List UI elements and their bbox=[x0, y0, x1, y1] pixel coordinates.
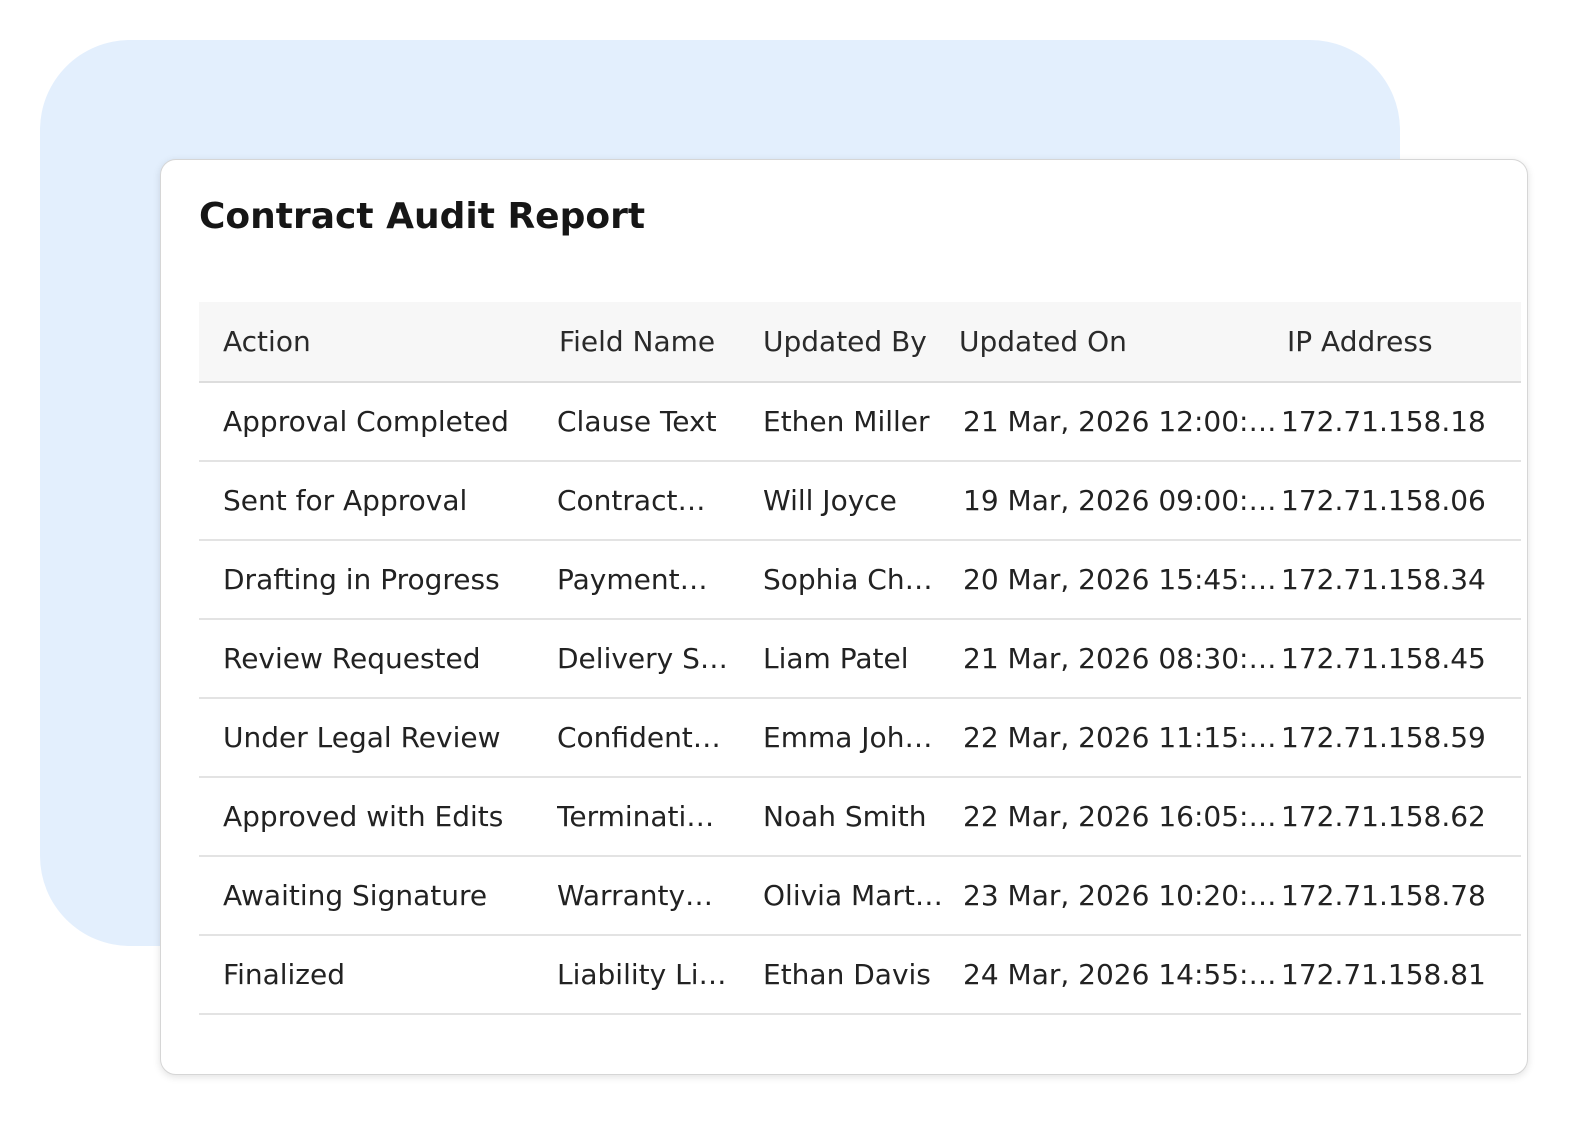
cell-field-name: Confident… bbox=[557, 698, 763, 778]
cell-updated-by: Liam Patel bbox=[763, 619, 959, 699]
cell-action: Review Requested bbox=[199, 619, 557, 699]
cell-updated-by: Emma John… bbox=[763, 698, 959, 778]
cell-updated-on: 22 Mar, 2026 16:05:25 bbox=[959, 777, 1281, 857]
cell-action: Finalized bbox=[199, 935, 557, 1015]
cell-updated-on: 23 Mar, 2026 10:20:00 bbox=[959, 856, 1281, 936]
cell-updated-by: Ethen Miller bbox=[763, 382, 959, 462]
cell-updated-on: 20 Mar, 2026 15:45:10 bbox=[959, 540, 1281, 620]
cell-updated-by: Olivia Marti… bbox=[763, 856, 959, 936]
table-row[interactable]: Review Requested Delivery S… Liam Patel … bbox=[199, 619, 1521, 699]
column-header-updated-by[interactable]: Updated By bbox=[763, 302, 959, 383]
table-row[interactable]: Drafting in Progress Payment… Sophia Cha… bbox=[199, 540, 1521, 620]
table-row[interactable]: Under Legal Review Confident… Emma John…… bbox=[199, 698, 1521, 778]
audit-report-card: Contract Audit Report Action Field Name … bbox=[160, 159, 1528, 1075]
cell-updated-by: Ethan Davis bbox=[763, 935, 959, 1015]
cell-field-name: Warranty… bbox=[557, 856, 763, 936]
column-header-action[interactable]: Action bbox=[199, 302, 557, 383]
cell-ip-address: 172.71.158.18 bbox=[1281, 382, 1521, 462]
cell-action: Awaiting Signature bbox=[199, 856, 557, 936]
page-title: Contract Audit Report bbox=[199, 196, 646, 237]
table-row[interactable]: Approval Completed Clause Text Ethen Mil… bbox=[199, 382, 1521, 462]
column-header-ip-address[interactable]: IP Address bbox=[1281, 302, 1521, 383]
table-row[interactable]: Finalized Liability Li… Ethan Davis 24 M… bbox=[199, 935, 1521, 1015]
table-row[interactable]: Sent for Approval Contract… Will Joyce 1… bbox=[199, 461, 1521, 541]
cell-field-name: Clause Text bbox=[557, 382, 763, 462]
audit-table: Action Field Name Updated By Updated On … bbox=[199, 302, 1521, 1015]
cell-updated-on: 21 Mar, 2026 12:00:20 bbox=[959, 382, 1281, 462]
column-header-field-name[interactable]: Field Name bbox=[557, 302, 763, 383]
table-row[interactable]: Approved with Edits Terminati… Noah Smit… bbox=[199, 777, 1521, 857]
cell-updated-on: 24 Mar, 2026 14:55:15 bbox=[959, 935, 1281, 1015]
table-header: Action Field Name Updated By Updated On … bbox=[199, 302, 1521, 383]
cell-ip-address: 172.71.158.62 bbox=[1281, 777, 1521, 857]
cell-field-name: Delivery S… bbox=[557, 619, 763, 699]
column-header-updated-on[interactable]: Updated On bbox=[959, 302, 1281, 383]
cell-action: Under Legal Review bbox=[199, 698, 557, 778]
cell-field-name: Contract… bbox=[557, 461, 763, 541]
cell-ip-address: 172.71.158.34 bbox=[1281, 540, 1521, 620]
cell-updated-on: 22 Mar, 2026 11:15:40 bbox=[959, 698, 1281, 778]
cell-field-name: Terminati… bbox=[557, 777, 763, 857]
cell-updated-by: Noah Smith bbox=[763, 777, 959, 857]
cell-action: Drafting in Progress bbox=[199, 540, 557, 620]
cell-field-name: Liability Li… bbox=[557, 935, 763, 1015]
cell-field-name: Payment… bbox=[557, 540, 763, 620]
cell-ip-address: 172.71.158.81 bbox=[1281, 935, 1521, 1015]
table-body: Approval Completed Clause Text Ethen Mil… bbox=[199, 382, 1521, 1015]
cell-ip-address: 172.71.158.78 bbox=[1281, 856, 1521, 936]
cell-updated-by: Sophia Cha… bbox=[763, 540, 959, 620]
cell-ip-address: 172.71.158.45 bbox=[1281, 619, 1521, 699]
header-row: Action Field Name Updated By Updated On … bbox=[199, 302, 1521, 383]
cell-updated-on: 21 Mar, 2026 08:30:55 bbox=[959, 619, 1281, 699]
cell-ip-address: 172.71.158.59 bbox=[1281, 698, 1521, 778]
cell-action: Sent for Approval bbox=[199, 461, 557, 541]
cell-updated-on: 19 Mar, 2026 09:00:20 bbox=[959, 461, 1281, 541]
cell-updated-by: Will Joyce bbox=[763, 461, 959, 541]
cell-action: Approved with Edits bbox=[199, 777, 557, 857]
cell-ip-address: 172.71.158.06 bbox=[1281, 461, 1521, 541]
table-row[interactable]: Awaiting Signature Warranty… Olivia Mart… bbox=[199, 856, 1521, 936]
cell-action: Approval Completed bbox=[199, 382, 557, 462]
